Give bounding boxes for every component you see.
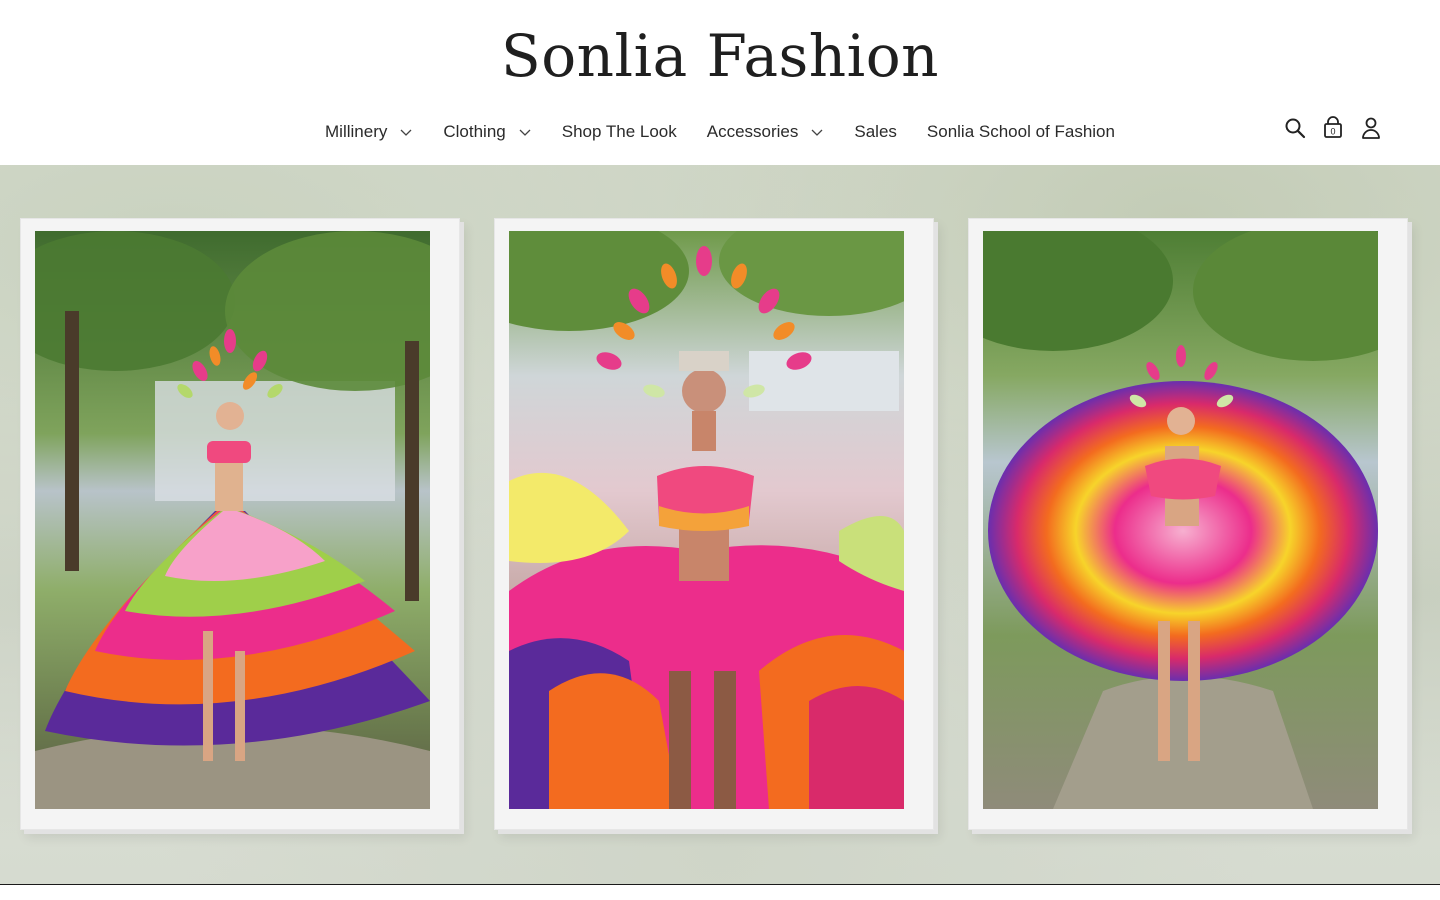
- nav-item-school-of-fashion[interactable]: Sonlia School of Fashion: [912, 122, 1130, 142]
- cart-button[interactable]: 0: [1320, 114, 1346, 142]
- nav-item-millinery[interactable]: Millinery: [310, 122, 428, 142]
- chevron-down-icon: [519, 129, 531, 136]
- nav-item-clothing[interactable]: Clothing: [428, 122, 546, 142]
- site-title[interactable]: Sonlia Fashion: [0, 18, 1440, 94]
- nav-item-label: Sales: [854, 122, 897, 141]
- main-nav: Millinery Clothing Shop The Look Accesso…: [0, 112, 1440, 152]
- chevron-down-icon: [811, 129, 823, 136]
- site-header: Sonlia Fashion Millinery Clothing Shop T…: [0, 0, 1440, 165]
- nav-item-label: Accessories: [706, 122, 799, 141]
- cart-count: 0: [1330, 127, 1335, 137]
- chevron-down-icon: [400, 129, 412, 136]
- nav-item-sales[interactable]: Sales: [839, 122, 912, 142]
- hero-gallery: [0, 165, 1440, 884]
- nav-item-label: Shop The Look: [561, 122, 677, 141]
- hero-photo-2[interactable]: [509, 231, 904, 809]
- nav-item-label: Clothing: [443, 122, 506, 141]
- hero-photo-1[interactable]: [35, 231, 430, 809]
- divider: [0, 884, 1440, 885]
- photo-frame: [20, 218, 460, 830]
- photo-frame: [494, 218, 934, 830]
- hero-photo-3[interactable]: [983, 231, 1378, 809]
- nav-item-label: Millinery: [325, 122, 388, 141]
- photo-frame: [968, 218, 1408, 830]
- search-button[interactable]: [1282, 114, 1308, 142]
- account-icon: [1362, 117, 1380, 139]
- header-icons: 0: [1282, 114, 1384, 142]
- nav-item-label: Sonlia School of Fashion: [926, 122, 1115, 141]
- search-icon: [1285, 118, 1306, 139]
- cart-icon: 0: [1324, 116, 1342, 138]
- account-button[interactable]: [1358, 114, 1384, 142]
- nav-item-shop-the-look[interactable]: Shop The Look: [547, 122, 692, 142]
- nav-item-accessories[interactable]: Accessories: [692, 122, 840, 142]
